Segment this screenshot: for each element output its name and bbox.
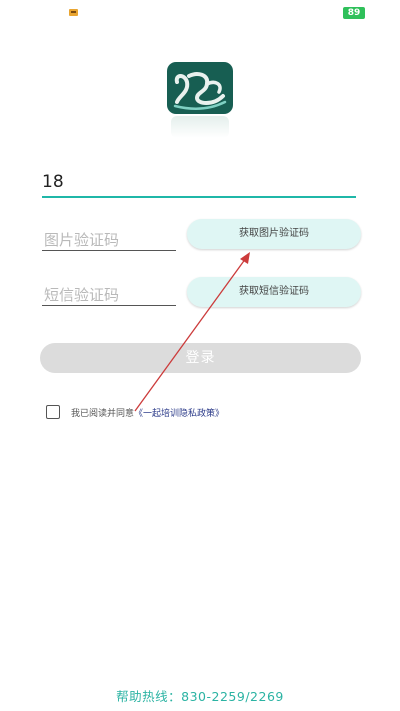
agreement-checkbox[interactable]: [46, 405, 60, 419]
sms-code-input[interactable]: 短信验证码: [42, 281, 176, 309]
image-captcha-input[interactable]: 图片验证码: [42, 226, 176, 254]
get-image-captcha-button[interactable]: 获取图片验证码: [187, 219, 361, 249]
privacy-policy-link[interactable]: 《一起培训隐私政策》: [134, 409, 224, 419]
agreement-prefix: 我已阅读并同意: [71, 409, 135, 419]
status-bar: 89: [0, 0, 400, 26]
phone-input[interactable]: 18: [42, 172, 356, 198]
sms-code-placeholder: 短信验证码: [44, 286, 120, 304]
login-button[interactable]: 登录: [40, 343, 361, 373]
sms-code-underline: [42, 305, 176, 306]
app-logo: [167, 62, 233, 140]
logo-reflection: [171, 116, 229, 138]
image-captcha-underline: [42, 250, 176, 251]
app-logo-icon: [167, 62, 233, 114]
phone-underline: [42, 196, 356, 198]
help-hotline: 帮助热线：830-2259/2269: [116, 689, 284, 704]
phone-value[interactable]: 18: [42, 172, 64, 192]
image-captcha-placeholder: 图片验证码: [44, 231, 120, 249]
get-sms-code-button[interactable]: 获取短信验证码: [187, 277, 361, 307]
battery-icon: 89: [343, 7, 365, 19]
agreement-text: 我已阅读并同意《一起培训隐私政策》: [71, 406, 224, 419]
notification-icon: [69, 9, 78, 16]
